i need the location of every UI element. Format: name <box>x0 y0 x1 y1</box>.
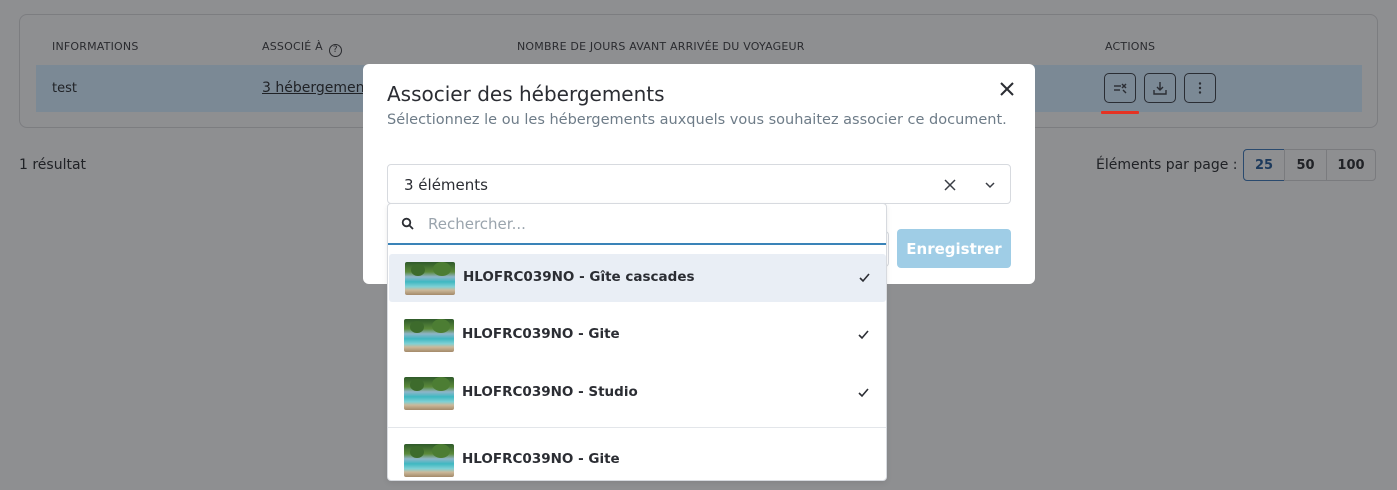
page-size-50[interactable]: 50 <box>1284 149 1327 181</box>
accommodations-select[interactable]: 3 éléments <box>387 164 1011 204</box>
option-label: HLOFRC039NO - Gîte cascades <box>463 269 695 285</box>
option-item[interactable]: HLOFRC039NO - Gîte cascades <box>389 254 886 302</box>
modal-title: Associer des hébergements <box>387 82 665 106</box>
active-action-indicator <box>1101 111 1139 114</box>
option-item[interactable]: HLOFRC039NO - Gite <box>388 311 886 359</box>
search-icon <box>401 217 414 230</box>
associated-link[interactable]: 3 hébergements <box>262 80 377 96</box>
save-button[interactable]: Enregistrer <box>897 229 1011 268</box>
accommodation-thumbnail <box>404 377 454 410</box>
option-label: HLOFRC039NO - Gite <box>462 451 620 467</box>
check-icon <box>859 273 870 283</box>
associate-button[interactable] <box>1104 73 1136 103</box>
cell-informations: test <box>52 81 77 96</box>
more-vertical-icon <box>1198 82 1202 94</box>
per-page-label: Éléments par page : <box>1096 157 1238 173</box>
download-icon <box>1153 82 1167 95</box>
chevron-down-icon[interactable] <box>983 178 997 192</box>
search-input[interactable] <box>428 213 868 235</box>
close-icon[interactable] <box>996 78 1018 100</box>
option-item[interactable]: HLOFRC039NO - Studio <box>388 369 886 417</box>
page-size-25[interactable]: 25 <box>1243 149 1285 181</box>
check-icon <box>858 330 869 340</box>
accommodations-dropdown: HLOFRC039NO - Gîte cascades HLOFRC039NO … <box>387 203 887 481</box>
modal-subtitle: Sélectionnez le ou les hébergements auxq… <box>387 112 1007 128</box>
header-informations: INFORMATIONS <box>52 40 139 53</box>
unlink-icon <box>1114 83 1127 94</box>
check-icon <box>858 388 869 398</box>
page-size-selector: 25 50 100 <box>1243 149 1376 181</box>
help-icon[interactable]: ? <box>328 44 342 57</box>
header-associe: ASSOCIÉ À? <box>262 40 342 57</box>
select-value: 3 éléments <box>404 176 488 194</box>
accommodation-thumbnail <box>404 319 454 352</box>
option-label: HLOFRC039NO - Studio <box>462 384 638 400</box>
option-divider <box>388 427 886 428</box>
option-label: HLOFRC039NO - Gite <box>462 326 620 342</box>
more-actions-button[interactable] <box>1184 73 1216 103</box>
page-size-100[interactable]: 100 <box>1326 149 1376 181</box>
header-jours: NOMBRE DE JOURS AVANT ARRIVÉE DU VOYAGEU… <box>517 40 805 53</box>
accommodation-thumbnail <box>404 444 454 477</box>
header-actions: ACTIONS <box>1105 40 1156 53</box>
accommodation-thumbnail <box>405 262 455 295</box>
option-item[interactable]: HLOFRC039NO - Gite <box>388 436 886 480</box>
clear-icon[interactable] <box>943 178 957 192</box>
results-count: 1 résultat <box>19 157 87 173</box>
download-button[interactable] <box>1144 73 1176 103</box>
search-box <box>388 204 886 245</box>
